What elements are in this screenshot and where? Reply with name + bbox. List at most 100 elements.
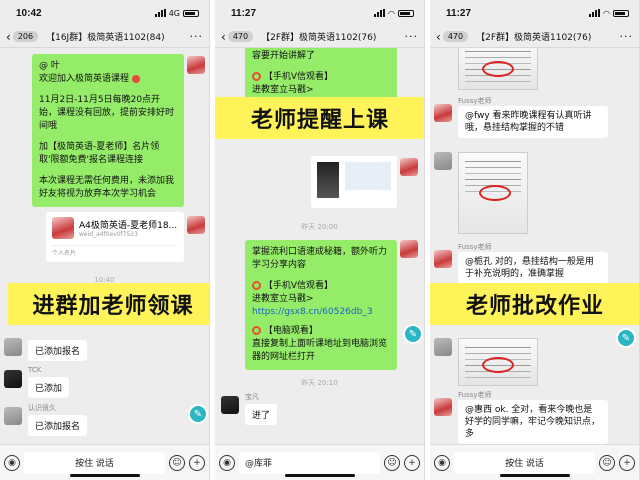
- signal-icon: [374, 9, 386, 17]
- message-input[interactable]: @库菲: [239, 451, 380, 474]
- sun-icon: [252, 281, 261, 290]
- chat-header: ‹ 206 【16J群】极简英语1102(84) ···: [0, 26, 209, 48]
- emoji-icon[interactable]: ☺: [384, 454, 400, 471]
- emoji-icon[interactable]: ☺: [169, 454, 185, 471]
- class-link-message: 容要开始讲解了 【手机V信观看】 进教室立马戳>: [245, 48, 397, 103]
- signal-indicators: ◠: [374, 9, 414, 18]
- voice-icon[interactable]: ◉: [219, 454, 235, 471]
- teacher-comment: @惠西 ok. 全对，看来今晚也是好学的同学嘛，牢记今晚知识点，多: [458, 400, 608, 444]
- user-name: TCK: [28, 366, 42, 374]
- msg-schedule: 11月2日-11月5日每晚20点开始，课程没有回放，提前安排好时间哦: [39, 95, 175, 131]
- wifi-icon: ◠: [603, 8, 610, 18]
- teacher-avatar[interactable]: [187, 56, 205, 74]
- hold-to-talk-button[interactable]: 按住 说话: [454, 451, 595, 474]
- msg-welcome: 欢迎加入极简英语课程: [39, 73, 177, 86]
- msg-watch-mobile: 【手机V信观看】: [252, 280, 390, 293]
- voice-icon[interactable]: ◉: [434, 454, 450, 471]
- floating-action-icon[interactable]: ✎: [616, 328, 636, 348]
- user-avatar[interactable]: [4, 338, 22, 356]
- add-icon[interactable]: +: [619, 454, 635, 471]
- msg-watch-mobile: 【手机V信观看】: [252, 71, 390, 84]
- status-bar: 11:27 ◠: [215, 0, 424, 26]
- unread-badge[interactable]: 206: [12, 31, 39, 42]
- timestamp: 昨天 20:00: [301, 223, 338, 231]
- user-name: Fussy老师: [458, 243, 492, 251]
- msg-intro: 掌握流利口语速成秘籍，额外听力学习分享内容: [252, 247, 388, 270]
- teacher-avatar[interactable]: [434, 398, 452, 416]
- floating-action-icon[interactable]: ✎: [188, 404, 208, 424]
- home-indicator: [500, 474, 570, 477]
- msg-pc-instruction: 直接复制上面听课地址到电脑浏览器的网址栏打开: [252, 339, 388, 362]
- more-icon[interactable]: ···: [620, 30, 634, 43]
- battery-icon: [398, 9, 414, 17]
- user-avatar[interactable]: [4, 407, 22, 425]
- contact-card[interactable]: A4极简英语-夏老师18... weid_a4f0ev0f7523 个人名片: [46, 212, 184, 262]
- wifi-icon: ◠: [388, 8, 395, 18]
- teacher-avatar[interactable]: [187, 216, 205, 234]
- slide-image: [345, 162, 391, 190]
- battery-icon: [613, 9, 629, 17]
- class-url-link[interactable]: https://gsx8.cn/60526db_3: [252, 306, 390, 319]
- floating-action-icon[interactable]: ✎: [403, 324, 423, 344]
- sun-icon: [252, 72, 261, 81]
- chat-title: 【2F群】极简英语1102(76): [261, 33, 377, 43]
- user-avatar[interactable]: [434, 338, 452, 356]
- chat-header: ‹ 470 【2F群】极简英语1102(76) ···: [430, 26, 639, 48]
- home-indicator: [285, 474, 355, 477]
- voice-icon[interactable]: ◉: [4, 454, 20, 471]
- chat-area[interactable]: Fussy老师 @fwy 看来昨晚课程有认真听讲哦，悬挂结构掌握的不错 Fuss…: [430, 48, 639, 444]
- caption-banner: 进群加老师领课: [8, 283, 209, 325]
- user-avatar[interactable]: [434, 152, 452, 170]
- home-indicator: [70, 474, 140, 477]
- homework-photo[interactable]: [458, 152, 528, 234]
- hold-to-talk-button[interactable]: 按住 说话: [24, 451, 165, 474]
- teacher-comment: @栀孔 对的，悬挂结构一般是用于补充说明的，准确掌握: [458, 252, 608, 284]
- unread-badge[interactable]: 470: [442, 31, 469, 42]
- chat-title: 【2F群】极简英语1102(76): [476, 33, 592, 43]
- emoji-icon[interactable]: ☺: [599, 454, 615, 471]
- status-time: 11:27: [231, 7, 257, 19]
- unread-badge[interactable]: 470: [227, 31, 254, 42]
- card-title: A4极简英语-夏老师18...: [79, 221, 178, 231]
- user-name: 认识很久: [28, 404, 56, 412]
- class-link-message: 掌握流利口语速成秘籍，额外听力学习分享内容 【手机V信观看】 进教室立马戳> h…: [245, 240, 397, 370]
- status-time: 11:27: [446, 7, 472, 19]
- welcome-message: @ 叶 欢迎加入极简英语课程 11月2日-11月5日每晚20点开始，课程没有回放…: [32, 54, 184, 207]
- homework-photo[interactable]: [458, 48, 538, 90]
- status-time: 10:42: [16, 7, 42, 19]
- homework-photo[interactable]: [458, 338, 538, 386]
- caption-banner: 老师批改作业: [430, 283, 639, 325]
- user-avatar[interactable]: [4, 370, 22, 388]
- reply-message: 已添加报名: [28, 415, 88, 436]
- signal-icon: [589, 9, 601, 17]
- chat-header: ‹ 470 【2F群】极简英语1102(76) ···: [215, 26, 424, 48]
- add-icon[interactable]: +: [189, 454, 205, 471]
- card-footer: 个人名片: [52, 245, 178, 257]
- timestamp: 昨天 20:10: [301, 379, 338, 387]
- presenter-image: [317, 162, 339, 198]
- teacher-avatar[interactable]: [400, 158, 418, 176]
- more-icon[interactable]: ···: [405, 30, 419, 43]
- user-avatar[interactable]: [221, 396, 239, 414]
- msg-enter-class: 进教室立马戳>: [252, 294, 314, 304]
- signal-indicators: ◠: [589, 9, 629, 18]
- back-icon[interactable]: ‹: [436, 30, 441, 44]
- video-thumbnail[interactable]: [311, 156, 397, 208]
- balloon-icon: [131, 74, 140, 83]
- back-icon[interactable]: ‹: [6, 30, 11, 44]
- teacher-avatar[interactable]: [434, 250, 452, 268]
- add-icon[interactable]: +: [404, 454, 420, 471]
- msg-mention: @ 叶: [39, 61, 60, 71]
- teacher-avatar[interactable]: [434, 104, 452, 122]
- chat-area[interactable]: @ 叶 欢迎加入极简英语课程 11月2日-11月5日每晚20点开始，课程没有回放…: [0, 48, 209, 444]
- teacher-avatar[interactable]: [400, 240, 418, 258]
- chat-title: 【16J群】极简英语1102(84): [46, 33, 165, 43]
- back-icon[interactable]: ‹: [221, 30, 226, 44]
- card-subtitle: weid_a4f0ev0f7523: [79, 231, 138, 238]
- user-name: Fussy老师: [458, 391, 492, 399]
- msg-enter-class: 进教室立马戳>: [252, 85, 314, 95]
- more-icon[interactable]: ···: [190, 30, 204, 43]
- msg-watch-pc: 【电脑观看】: [252, 325, 390, 338]
- sun-icon: [252, 326, 261, 335]
- caption-banner: 老师提醒上课: [215, 97, 424, 139]
